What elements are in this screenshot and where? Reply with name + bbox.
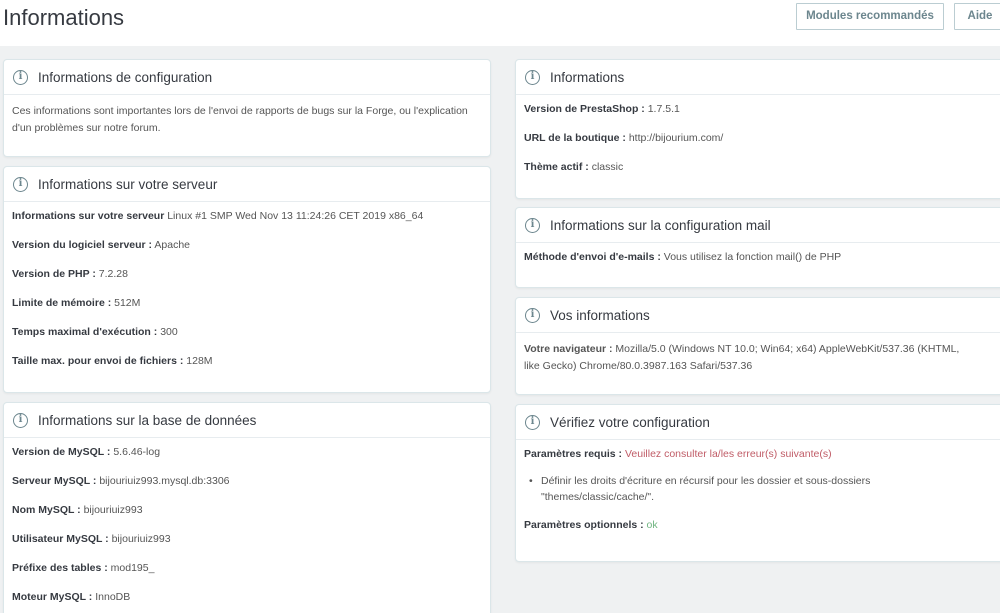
server-info-panel: i Informations sur votre serveur Informa…: [3, 166, 491, 393]
panel-heading: i Vérifiez votre configuration: [516, 405, 1000, 440]
info-circle-icon: i: [525, 414, 540, 430]
server-software-row: Version du logiciel serveur : Apache: [12, 239, 191, 251]
shop-info-panel: i Informations Version de PrestaShop : 1…: [515, 59, 1000, 199]
mysql-engine-row: Moteur MySQL : InnoDB: [12, 591, 131, 603]
config-description: Ces informations sont importantes lors d…: [12, 105, 468, 134]
info-circle-icon: i: [13, 176, 28, 192]
panel-title: Informations de configuration: [38, 69, 213, 85]
panel-body: Ces informations sont importantes lors d…: [4, 95, 490, 137]
php-version-row: Version de PHP : 7.2.28: [12, 268, 128, 280]
info-circle-icon: i: [13, 69, 28, 85]
active-theme-row: Thème actif : classic: [524, 161, 624, 173]
required-params-row: Paramètres requis : Veuillez consulter l…: [524, 448, 832, 460]
mysql-version-row: Version de MySQL : 5.6.46-log: [12, 446, 161, 458]
panel-body: Version de MySQL : 5.6.46-log Serveur My…: [4, 438, 490, 612]
panel-title: Informations: [550, 69, 625, 85]
panel-body: Version de PrestaShop : 1.7.5.1 URL de l…: [516, 95, 1000, 182]
max-execution-time-row: Temps maximal d'exécution : 300: [12, 326, 178, 338]
prestashop-version-row: Version de PrestaShop : 1.7.5.1: [524, 103, 680, 115]
database-info-panel: i Informations sur la base de données Ve…: [3, 402, 491, 613]
panel-title: Informations sur votre serveur: [38, 176, 218, 192]
mail-method-row: Méthode d'envoi d'e-mails : Vous utilise…: [524, 251, 842, 263]
optional-params-row: Paramètres optionnels : ok: [524, 519, 658, 531]
info-circle-icon: i: [525, 307, 540, 323]
panel-heading: i Informations sur la configuration mail: [516, 208, 1000, 243]
panel-heading: i Informations sur votre serveur: [4, 167, 490, 202]
panel-title: Informations sur la configuration mail: [550, 217, 771, 233]
table-prefix-row: Préfixe des tables : mod195_: [12, 562, 155, 574]
memory-limit-row: Limite de mémoire : 512M: [12, 297, 141, 309]
page-header-toolbar: Informations Modules recommandés Aide: [0, 0, 1000, 46]
recommended-modules-button[interactable]: Modules recommandés: [796, 3, 944, 30]
panel-heading: i Informations sur la base de données: [4, 403, 490, 438]
panel-heading: i Vos informations: [516, 298, 1000, 333]
info-circle-icon: i: [525, 217, 540, 233]
max-upload-size-row: Taille max. pour envoi de fichiers : 128…: [12, 355, 213, 367]
your-info-panel: i Vos informations Votre navigateur : Mo…: [515, 297, 1000, 395]
info-circle-icon: i: [525, 69, 540, 85]
shop-url-row: URL de la boutique : http://bijourium.co…: [524, 132, 724, 144]
panel-heading: i Informations: [516, 60, 1000, 95]
panel-body: Informations sur votre serveur Linux #1 …: [4, 202, 490, 376]
error-list-item: Définir les droits d'écriture en récursi…: [529, 469, 996, 511]
mail-config-panel: i Informations sur la configuration mail…: [515, 207, 1000, 288]
panel-title: Vérifiez votre configuration: [550, 414, 710, 430]
panel-body: Méthode d'envoi d'e-mails : Vous utilise…: [516, 243, 1000, 272]
info-circle-icon: i: [13, 412, 28, 428]
check-config-panel: i Vérifiez votre configuration Paramètre…: [515, 404, 1000, 562]
panel-body: Paramètres requis : Veuillez consulter l…: [516, 440, 1000, 540]
panel-body: Votre navigateur : Mozilla/5.0 (Windows …: [516, 333, 1000, 375]
help-button[interactable]: Aide: [954, 3, 1000, 30]
panel-heading: i Informations de configuration: [4, 60, 490, 95]
mysql-server-row: Serveur MySQL : bijouriuiz993.mysql.db:3…: [12, 475, 230, 487]
server-info-row: Informations sur votre serveur Linux #1 …: [12, 210, 424, 222]
mysql-name-row: Nom MySQL : bijouriuiz993: [12, 504, 143, 516]
browser-row: Votre navigateur : Mozilla/5.0 (Windows …: [524, 343, 960, 372]
panel-title: Informations sur la base de données: [38, 412, 257, 428]
configuration-info-panel: i Informations de configuration Ces info…: [3, 59, 491, 157]
mysql-user-row: Utilisateur MySQL : bijouriuiz993: [12, 533, 171, 545]
panel-title: Vos informations: [550, 307, 650, 323]
page-title: Informations: [3, 5, 125, 30]
